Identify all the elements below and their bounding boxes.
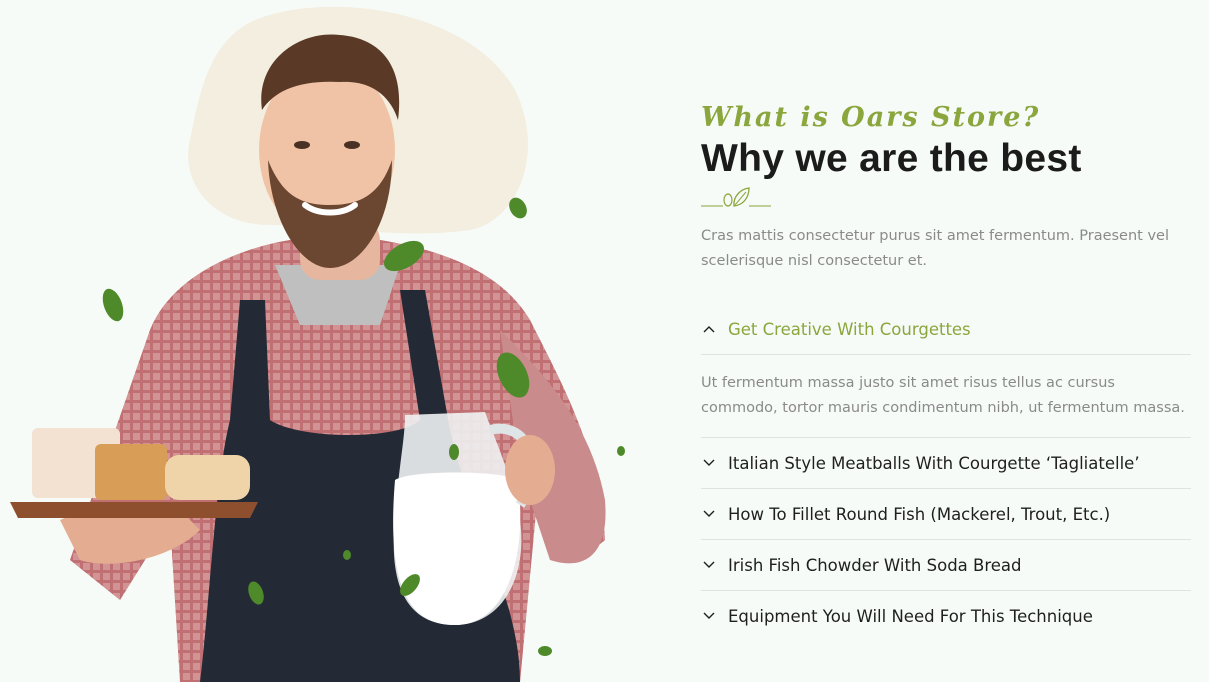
accordion-label: Irish Fish Chowder With Soda Bread (728, 555, 1022, 575)
accordion-label: Italian Style Meatballs With Courgette ‘… (728, 453, 1140, 473)
chevron-down-icon (703, 559, 715, 571)
chevron-down-icon (703, 457, 715, 469)
accordion-item: How To Fillet Round Fish (Mackerel, Trou… (701, 489, 1191, 540)
accordion-toggle[interactable]: Italian Style Meatballs With Courgette ‘… (701, 438, 1191, 488)
chevron-up-icon (703, 323, 715, 335)
accordion-item: Equipment You Will Need For This Techniq… (701, 591, 1191, 641)
accordion-toggle[interactable]: Irish Fish Chowder With Soda Bread (701, 540, 1191, 590)
chevron-down-icon (703, 508, 715, 520)
leaf-divider-icon (701, 186, 1191, 210)
farmer-illustration (10, 6, 625, 682)
section-script-title: What is Oars Store? (701, 102, 1041, 133)
accordion-item: Italian Style Meatballs With Courgette ‘… (701, 438, 1191, 489)
faq-accordion: Get Creative With Courgettes Ut fermentu… (701, 304, 1191, 641)
accordion-label: Equipment You Will Need For This Techniq… (728, 606, 1093, 626)
accordion-toggle[interactable]: Equipment You Will Need For This Techniq… (701, 591, 1191, 641)
hero-image (0, 0, 640, 682)
accordion-item: Irish Fish Chowder With Soda Bread (701, 540, 1191, 591)
accordion-content: Ut fermentum massa justo sit amet risus … (701, 354, 1191, 437)
accordion-label: Get Creative With Courgettes (728, 319, 971, 339)
why-best-section: What is Oars Store? Why we are the best … (701, 100, 1191, 641)
accordion-label: How To Fillet Round Fish (Mackerel, Trou… (728, 504, 1111, 524)
chevron-down-icon (703, 610, 715, 622)
accordion-item: Get Creative With Courgettes Ut fermentu… (701, 304, 1191, 438)
section-intro: Cras mattis consectetur purus sit amet f… (701, 228, 1169, 269)
section-title: Why we are the best (701, 137, 1082, 180)
accordion-toggle[interactable]: How To Fillet Round Fish (Mackerel, Trou… (701, 489, 1191, 539)
accordion-toggle[interactable]: Get Creative With Courgettes (701, 304, 1191, 354)
